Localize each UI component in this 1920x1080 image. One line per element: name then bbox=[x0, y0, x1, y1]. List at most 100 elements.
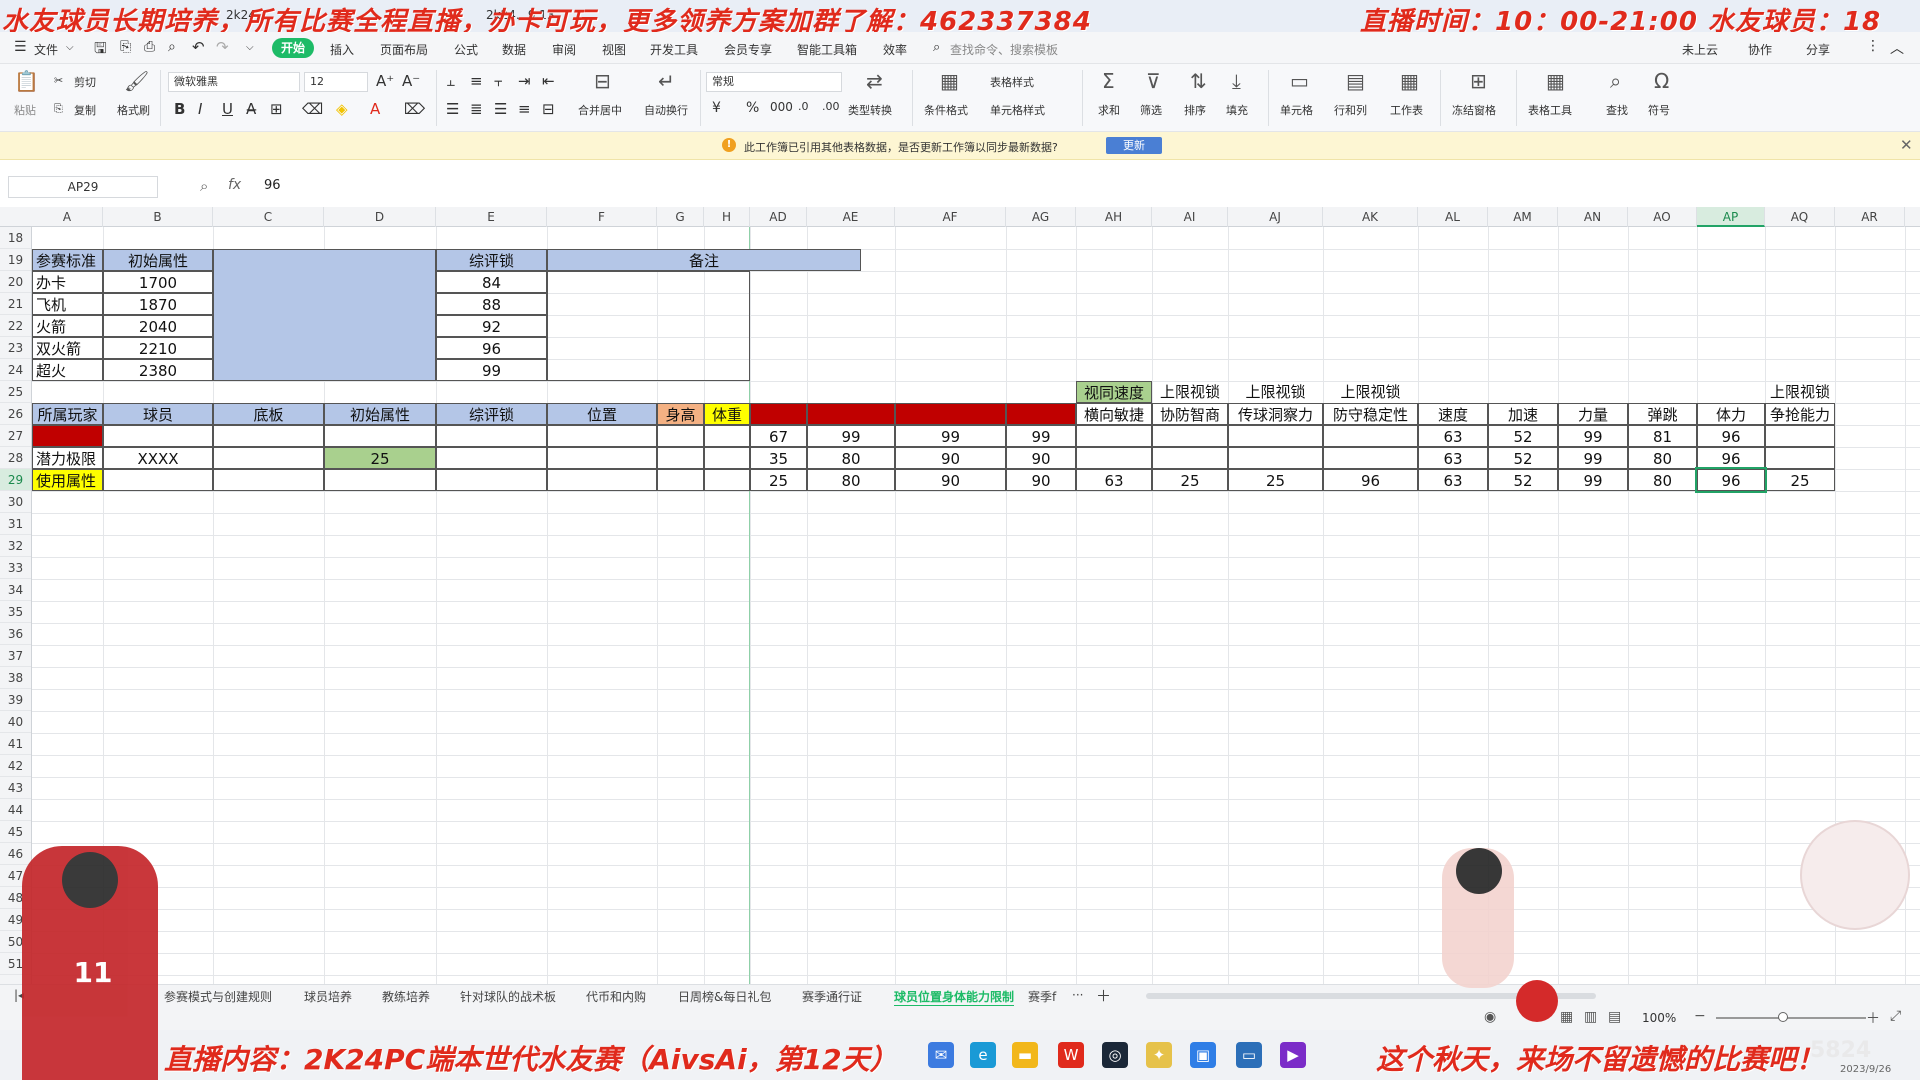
print-icon[interactable]: ⎙ bbox=[144, 39, 155, 55]
worksheet-icon[interactable]: ▦ bbox=[1400, 70, 1419, 92]
font-size-select[interactable]: 12 bbox=[304, 72, 368, 92]
row-header-32[interactable]: 32 bbox=[0, 535, 31, 557]
attr-header-c[interactable]: 底板 bbox=[213, 403, 324, 425]
update-button[interactable]: 更新 bbox=[1106, 137, 1162, 154]
find-icon[interactable]: ⌕ bbox=[1610, 70, 1621, 92]
cell-style-button[interactable]: 单元格样式 bbox=[990, 102, 1045, 118]
tier-initial[interactable]: 2380 bbox=[103, 359, 213, 381]
cell-c29[interactable] bbox=[213, 469, 324, 491]
cell-ad29[interactable]: 25 bbox=[750, 469, 807, 491]
cell-h27[interactable] bbox=[704, 425, 750, 447]
scissors-icon[interactable]: ✂ bbox=[54, 74, 63, 87]
tab-insert[interactable]: 插入 bbox=[330, 41, 354, 58]
align-top-icon[interactable]: ⫠ bbox=[446, 72, 455, 90]
increase-font-icon[interactable]: A⁺ bbox=[376, 72, 394, 90]
attr-header-f[interactable]: 位置 bbox=[547, 403, 657, 425]
note-cell[interactable] bbox=[547, 271, 750, 381]
column-header-b[interactable]: B bbox=[103, 207, 213, 227]
attr-header-an[interactable]: 力量 bbox=[1558, 403, 1628, 425]
attr-header-aj[interactable]: 传球洞察力 bbox=[1228, 403, 1323, 425]
name-box[interactable]: AP29 bbox=[8, 176, 158, 198]
column-header-aq[interactable]: AQ bbox=[1765, 207, 1835, 227]
row-header-29[interactable]: 29 bbox=[0, 469, 31, 491]
tab-member[interactable]: 会员专享 bbox=[724, 41, 772, 58]
cell-ae27[interactable]: 99 bbox=[807, 425, 895, 447]
cell-ap29[interactable]: 96 bbox=[1695, 467, 1767, 493]
tier-initial[interactable]: 2210 bbox=[103, 337, 213, 359]
find-button[interactable]: 查找 bbox=[1606, 102, 1628, 118]
cell-aj28[interactable] bbox=[1228, 447, 1323, 469]
tier-name[interactable]: 超火 bbox=[32, 359, 103, 381]
row-header-18[interactable]: 18 bbox=[0, 227, 31, 249]
column-header-e[interactable]: E bbox=[436, 207, 547, 227]
folder-icon[interactable]: ▬ bbox=[1012, 1042, 1038, 1068]
tier-name[interactable]: 火箭 bbox=[32, 315, 103, 337]
border-icon[interactable]: ⊞ bbox=[270, 100, 283, 118]
cell-af27[interactable]: 99 bbox=[895, 425, 1006, 447]
header-initial[interactable]: 初始属性 bbox=[103, 249, 213, 271]
tier-initial[interactable]: 1870 bbox=[103, 293, 213, 315]
cell-al28[interactable]: 63 bbox=[1418, 447, 1488, 469]
column-header-an[interactable]: AN bbox=[1558, 207, 1628, 227]
fullscreen-icon[interactable]: ⤢ bbox=[1890, 1008, 1901, 1024]
table-style-button[interactable]: 表格样式 bbox=[990, 74, 1034, 90]
cell-af29[interactable]: 90 bbox=[895, 469, 1006, 491]
column-header-aj[interactable]: AJ bbox=[1228, 207, 1323, 227]
format-painter-button[interactable]: 格式刷 bbox=[117, 102, 150, 118]
cell-ai28[interactable] bbox=[1152, 447, 1228, 469]
cell-e28[interactable] bbox=[436, 447, 547, 469]
sheet-tab-rules[interactable]: 参赛模式与创建规则 bbox=[164, 988, 272, 1005]
cell-aq29[interactable]: 25 bbox=[1765, 469, 1835, 491]
cell-ai27[interactable] bbox=[1152, 425, 1228, 447]
column-header-ao[interactable]: AO bbox=[1628, 207, 1697, 227]
tier-initial[interactable]: 1700 bbox=[103, 271, 213, 293]
hamburger-icon[interactable]: ☰ bbox=[14, 39, 27, 55]
attr-header-ap[interactable]: 体力 bbox=[1697, 403, 1765, 425]
sheet-tab-coach-training[interactable]: 教练培养 bbox=[382, 988, 430, 1005]
row-header-23[interactable]: 23 bbox=[0, 337, 31, 359]
undo-icon[interactable]: ↶ bbox=[192, 38, 205, 56]
cell-ae29[interactable]: 80 bbox=[807, 469, 895, 491]
close-icon[interactable]: ✕ bbox=[1900, 136, 1913, 154]
align-center-icon[interactable]: ≣ bbox=[470, 100, 483, 118]
cell-ah29[interactable]: 63 bbox=[1076, 469, 1152, 491]
column-header-g[interactable]: G bbox=[657, 207, 704, 227]
edge-icon[interactable]: e bbox=[970, 1042, 996, 1068]
media-icon[interactable]: ▶ bbox=[1280, 1042, 1306, 1068]
row-col-icon[interactable]: ▤ bbox=[1346, 70, 1365, 92]
row-header-19[interactable]: 19 bbox=[0, 249, 31, 271]
cell-g27[interactable] bbox=[657, 425, 704, 447]
eye-icon[interactable]: ◉ bbox=[1484, 1009, 1496, 1025]
row-header-31[interactable]: 31 bbox=[0, 513, 31, 535]
merge-cells-icon[interactable]: ⊟ bbox=[594, 70, 611, 92]
cell-ap28[interactable]: 96 bbox=[1697, 447, 1765, 469]
cap-label-ak[interactable]: 上限视锁 bbox=[1323, 381, 1418, 403]
cell-am29[interactable]: 52 bbox=[1488, 469, 1558, 491]
cell-h28[interactable] bbox=[704, 447, 750, 469]
sheet-tab-tokens[interactable]: 代币和内购 bbox=[586, 988, 646, 1005]
cell-ag29[interactable]: 90 bbox=[1006, 469, 1076, 491]
column-header-ak[interactable]: AK bbox=[1323, 207, 1418, 227]
cell-g28[interactable] bbox=[657, 447, 704, 469]
zoom-in-icon[interactable]: ＋ bbox=[1866, 1008, 1880, 1028]
align-middle-icon[interactable]: ≡ bbox=[470, 72, 483, 90]
cell-aq27[interactable] bbox=[1765, 425, 1835, 447]
outdent-icon[interactable]: ⇤ bbox=[542, 72, 555, 90]
column-header-ar[interactable]: AR bbox=[1835, 207, 1905, 227]
column-header-c[interactable]: C bbox=[213, 207, 324, 227]
cell-a28[interactable]: 潜力极限 bbox=[32, 447, 103, 469]
wrap-text-button[interactable]: 自动换行 bbox=[644, 102, 688, 118]
window-icon[interactable]: ▭ bbox=[1236, 1042, 1262, 1068]
header-standard[interactable]: 参赛标准 bbox=[32, 249, 103, 271]
break-view-icon[interactable]: ▤ bbox=[1608, 1009, 1621, 1025]
header-lock[interactable]: 综评锁 bbox=[436, 249, 547, 271]
cell-e29[interactable] bbox=[436, 469, 547, 491]
cell-an29[interactable]: 99 bbox=[1558, 469, 1628, 491]
cell-ah27[interactable] bbox=[1076, 425, 1152, 447]
currency-icon[interactable]: ¥ bbox=[712, 100, 721, 116]
filter-icon[interactable]: ⊽ bbox=[1146, 70, 1161, 92]
cap-label-ai[interactable]: 上限视锁 bbox=[1152, 381, 1228, 403]
bold-icon[interactable]: B bbox=[174, 100, 185, 118]
attr-header-aq[interactable]: 争抢能力 bbox=[1765, 403, 1835, 425]
fill-icon[interactable]: ⤓ bbox=[1232, 70, 1241, 92]
